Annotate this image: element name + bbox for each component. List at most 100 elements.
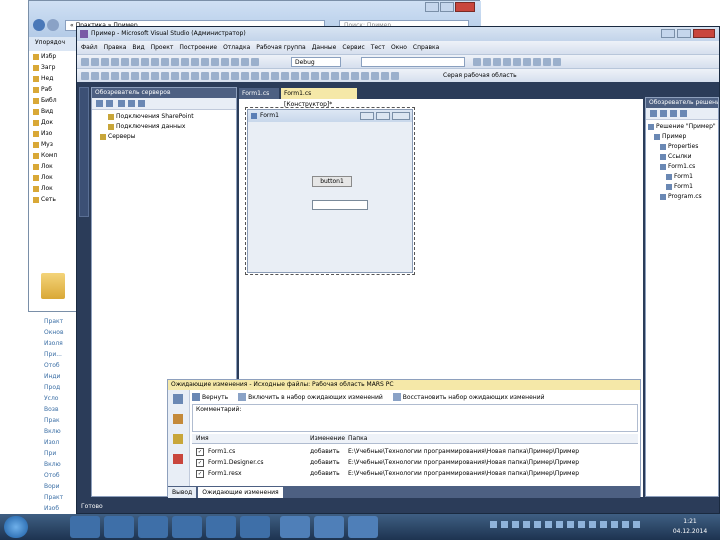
close-button[interactable]: [455, 2, 475, 12]
toolbar-button-icon[interactable]: [91, 58, 99, 66]
solution-tree-item[interactable]: Form1.cs: [648, 162, 718, 172]
menu-item[interactable]: Окно: [391, 44, 407, 51]
solution-tree-item[interactable]: Form1: [648, 172, 718, 182]
server-explorer-item[interactable]: Серверы: [96, 132, 236, 142]
sharepoint-icon[interactable]: [138, 100, 145, 107]
toolbar-button-icon[interactable]: [301, 72, 309, 80]
side-tabs-strip[interactable]: [79, 87, 89, 217]
menu-item[interactable]: Рабочая группа: [256, 44, 305, 51]
form1-window[interactable]: Form1 button1: [247, 109, 413, 273]
vs-maximize-button[interactable]: [677, 29, 691, 38]
pending-changes-panel[interactable]: Ожидающие изменения - Исходные файлы: Ра…: [167, 379, 641, 498]
toolbar-button-icon[interactable]: [221, 72, 229, 80]
source-files-icon[interactable]: [173, 394, 183, 404]
tray-icon[interactable]: [633, 520, 640, 528]
taskbar-ie-icon[interactable]: [70, 516, 100, 538]
find-dropdown[interactable]: [361, 57, 465, 67]
show-all-icon[interactable]: [660, 110, 667, 117]
tray-icon[interactable]: [501, 520, 508, 528]
vs-minimize-button[interactable]: [661, 29, 675, 38]
toolbar-button-icon[interactable]: [391, 72, 399, 80]
check-in-icon[interactable]: [192, 393, 200, 401]
form-button1[interactable]: button1: [312, 176, 352, 187]
toolbar-button-icon[interactable]: [523, 58, 531, 66]
tray-icon[interactable]: [523, 520, 530, 528]
row-checkbox[interactable]: ✓: [196, 470, 204, 478]
menu-item[interactable]: Построение: [179, 44, 217, 51]
menu-item[interactable]: Сервис: [342, 44, 364, 51]
menu-item[interactable]: Данные: [312, 44, 337, 51]
toolbar-button-icon[interactable]: [151, 72, 159, 80]
vs-close-button[interactable]: [693, 29, 715, 38]
toolbar-button-icon[interactable]: [81, 58, 89, 66]
connect-server-icon[interactable]: [128, 100, 135, 107]
menu-item[interactable]: Проект: [151, 44, 174, 51]
toolbar-button-icon[interactable]: [201, 72, 209, 80]
toolbar-button-icon[interactable]: [493, 58, 501, 66]
toolbar-button-icon[interactable]: [171, 58, 179, 66]
shelve-icon[interactable]: [238, 393, 247, 401]
unshelve-button[interactable]: Восстановить набор ожидающих изменений: [403, 394, 545, 401]
toolbar-button-icon[interactable]: [331, 72, 339, 80]
properties-icon[interactable]: [650, 110, 657, 117]
toolbar-button-icon[interactable]: [91, 72, 99, 80]
toolbar-button-icon[interactable]: [141, 58, 149, 66]
row-checkbox[interactable]: ✓: [196, 448, 204, 456]
toolbar-button-icon[interactable]: [351, 72, 359, 80]
shelve-button[interactable]: Включить в набор ожидающих изменений: [248, 394, 383, 401]
solution-tree-item[interactable]: Решение "Пример": [648, 122, 718, 132]
policy-warnings-icon[interactable]: [173, 454, 183, 464]
toolbar-button-icon[interactable]: [211, 72, 219, 80]
tab-output[interactable]: Вывод: [168, 486, 197, 498]
taskbar-skype-icon[interactable]: [206, 516, 236, 538]
toolbar-button-icon[interactable]: [131, 58, 139, 66]
row-checkbox[interactable]: ✓: [196, 459, 204, 467]
menu-item[interactable]: Вид: [132, 44, 144, 51]
refresh-icon[interactable]: [670, 110, 677, 117]
toolbar-button-icon[interactable]: [101, 58, 109, 66]
col-folder-header[interactable]: Папка: [348, 434, 367, 444]
toolbar-button-icon[interactable]: [191, 72, 199, 80]
toolbar-button-icon[interactable]: [161, 58, 169, 66]
tray-icon[interactable]: [600, 520, 607, 528]
config-dropdown[interactable]: Debug: [291, 57, 341, 67]
menu-item[interactable]: Правка: [104, 44, 127, 51]
toolbar-button-icon[interactable]: [121, 58, 129, 66]
toolbar-button-icon[interactable]: [161, 72, 169, 80]
maximize-button[interactable]: [440, 2, 454, 12]
toolbar-button-icon[interactable]: [111, 58, 119, 66]
toolbar-button-icon[interactable]: [191, 58, 199, 66]
toolbar-button-icon[interactable]: [553, 58, 561, 66]
table-row[interactable]: ✓ Form1.resx добавить E:\Учебные\Технологии…: [192, 468, 638, 479]
tray-icon[interactable]: [556, 520, 563, 528]
toolbar-button-icon[interactable]: [533, 58, 541, 66]
server-explorer-item[interactable]: Подключения SharePoint: [96, 112, 236, 122]
toolbar-button-icon[interactable]: [241, 58, 249, 66]
taskbar-media-icon[interactable]: [138, 516, 168, 538]
comment-box[interactable]: Комментарий:: [192, 404, 638, 432]
menu-item[interactable]: Файл: [81, 44, 98, 51]
toolbar-button-icon[interactable]: [513, 58, 521, 66]
toolbar-button-icon[interactable]: [311, 72, 319, 80]
toolbar-button-icon[interactable]: [81, 72, 89, 80]
menu-item[interactable]: Справка: [413, 44, 439, 51]
toolbar-button-icon[interactable]: [141, 72, 149, 80]
vs-window[interactable]: Пример - Microsoft Visual Studio (Админи…: [76, 26, 720, 514]
minimize-button[interactable]: [425, 2, 439, 12]
toolbar-button-icon[interactable]: [271, 72, 279, 80]
tray-icon[interactable]: [545, 520, 552, 528]
toolbar-button-icon[interactable]: [201, 58, 209, 66]
taskbar-utorrent-icon[interactable]: [172, 516, 202, 538]
toolbar-button-icon[interactable]: [101, 72, 109, 80]
connect-icon[interactable]: [118, 100, 125, 107]
toolbar-button-icon[interactable]: [231, 58, 239, 66]
toolbar-button-icon[interactable]: [321, 72, 329, 80]
toolbar-button-icon[interactable]: [473, 58, 481, 66]
col-name-header[interactable]: Имя: [196, 434, 209, 444]
toolbar-button-icon[interactable]: [211, 58, 219, 66]
toolbar-button-icon[interactable]: [131, 72, 139, 80]
toolbar-button-icon[interactable]: [181, 58, 189, 66]
start-button[interactable]: [4, 516, 28, 538]
view-code-icon[interactable]: [680, 110, 687, 117]
solution-tree-item[interactable]: Пример: [648, 132, 718, 142]
